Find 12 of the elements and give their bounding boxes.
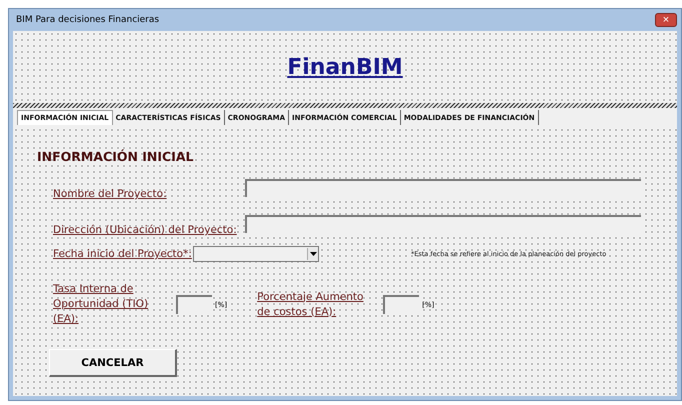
field-label: Fecha inicio del Proyecto*: xyxy=(53,248,193,260)
close-button[interactable]: × xyxy=(655,13,677,27)
window-title: BIM Para decisiones Financieras xyxy=(16,15,160,25)
date-dropdown[interactable] xyxy=(193,246,319,262)
section-heading: INFORMACIÓN INICIAL xyxy=(37,149,194,164)
cancel-button[interactable]: CANCELAR xyxy=(49,349,177,377)
field-label: Tasa Interna de Oportunidad (TIO) (EA): xyxy=(53,282,150,327)
dropdown-arrow-icon xyxy=(310,252,316,256)
field-label: Dirección (Ubicación) del Proyecto: xyxy=(53,223,238,236)
field-label: Porcentaje Aumento de costos (EA): xyxy=(257,290,364,320)
field-label: Nombre del Proyecto: xyxy=(53,187,168,200)
app-logo: FinanBIM xyxy=(287,54,403,80)
